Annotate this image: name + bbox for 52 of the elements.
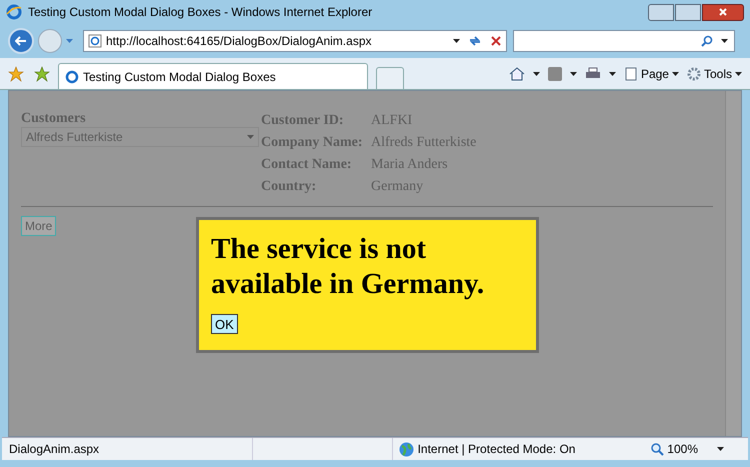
security-zone-text: Internet | Protected Mode: On	[418, 441, 576, 458]
back-button[interactable]	[8, 28, 34, 54]
page-icon	[624, 67, 638, 81]
page-icon	[88, 34, 102, 48]
browser-tab[interactable]: Testing Custom Modal Dialog Boxes	[58, 63, 368, 89]
status-text: DialogAnim.aspx	[8, 441, 100, 458]
maximize-button[interactable]	[675, 4, 701, 20]
caret-icon	[453, 39, 460, 43]
page-icon	[65, 70, 79, 84]
close-icon	[719, 8, 727, 16]
caret-icon	[247, 135, 254, 139]
dropdown-caret-icon	[66, 39, 73, 43]
window-title: Testing Custom Modal Dialog Boxes - Windows Internet Explorer	[28, 4, 372, 21]
caret-icon	[735, 72, 742, 76]
customers-label: Customers	[21, 111, 87, 127]
field-value: Maria Anders	[371, 156, 448, 174]
dialog-message: The service is not available in Germany.	[211, 232, 486, 302]
caret-icon	[721, 39, 728, 43]
home-icon[interactable]	[508, 67, 525, 81]
field-label: Company Name:	[261, 134, 364, 152]
toolbar-menu-button[interactable]: Tools	[686, 65, 742, 83]
scrollbar[interactable]	[725, 91, 741, 436]
globe-icon	[398, 442, 414, 456]
url-text: http://localhost:64165/DialogBox/DialogAnim.aspx	[106, 33, 372, 50]
add-star-icon[interactable]	[34, 66, 50, 82]
field-value: Alfreds Futterkiste	[371, 134, 476, 152]
printer-icon[interactable]	[584, 67, 601, 81]
caret-icon	[672, 72, 679, 76]
caret-icon	[608, 72, 616, 76]
minimize-button[interactable]	[648, 4, 674, 20]
field-label: Customer ID:	[261, 112, 345, 130]
browser-logo-icon	[6, 4, 22, 20]
zoom-button[interactable]: 100%	[651, 440, 724, 458]
zoom-icon	[651, 442, 664, 456]
toolbar-menu-button[interactable]: Page	[624, 65, 679, 83]
search-field[interactable]	[513, 30, 735, 52]
close-button[interactable]	[702, 4, 744, 20]
star-icon[interactable]	[8, 66, 24, 82]
caret-icon	[570, 72, 577, 76]
field-value: Germany	[371, 178, 424, 196]
address-field[interactable]: http://localhost:64165/DialogBox/DialogAnim.aspx	[83, 30, 507, 52]
refresh-icon[interactable]	[468, 35, 482, 47]
stop-icon[interactable]	[490, 35, 502, 47]
field-value: ALFKI	[371, 112, 412, 130]
ok-button[interactable]: OK	[211, 314, 238, 334]
caret-icon	[532, 72, 540, 76]
gear-icon	[686, 67, 701, 81]
field-label: Contact Name:	[261, 156, 353, 174]
search-icon[interactable]	[701, 35, 713, 47]
caret-icon	[717, 447, 724, 451]
back-arrow-icon	[15, 36, 27, 46]
field-label: Country:	[261, 178, 318, 196]
